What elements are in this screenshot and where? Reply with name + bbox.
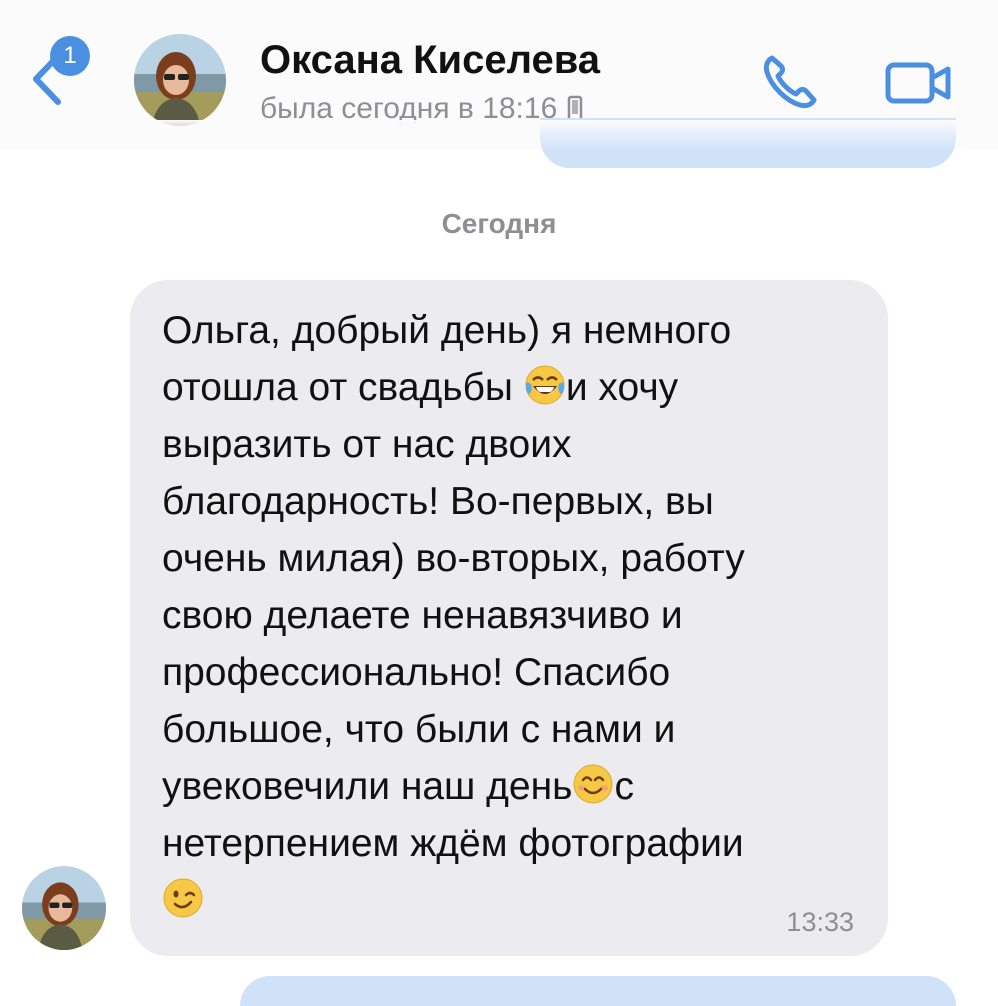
message-fragment: и хочу — [565, 366, 679, 409]
message-text: Ольга, добрый день) я немного отошла от … — [162, 302, 882, 929]
header-divider — [0, 120, 998, 150]
face-with-tears-of-joy-icon — [525, 365, 565, 405]
unread-badge: 1 — [50, 36, 90, 76]
message-line: благодарность! Во-первых, вы — [162, 480, 714, 523]
message-line — [162, 872, 882, 929]
message-line: увековечили наш день с — [162, 758, 882, 815]
message-line: очень милая) во-вторых, работу — [162, 537, 745, 580]
emoji-space — [513, 366, 524, 409]
sender-avatar[interactable] — [22, 866, 106, 950]
call-button[interactable] — [760, 50, 822, 112]
contact-name[interactable]: Оксана Киселева — [260, 38, 600, 83]
message-line: большое, что были с нами и — [162, 708, 676, 751]
smiling-face-icon — [573, 764, 613, 804]
date-divider: Сегодня — [441, 208, 557, 239]
winking-face-icon — [163, 878, 203, 918]
message-line: Ольга, добрый день) я немного — [162, 309, 732, 352]
message-fragment: отошла от свадьбы — [162, 366, 513, 409]
message-line: нетерпением ждём фотографии — [162, 822, 744, 865]
message-line: свою делаете ненавязчиво и — [162, 594, 683, 637]
video-camera-icon — [885, 62, 951, 104]
message-line: профессионально! Спасибо — [162, 651, 671, 694]
avatar[interactable] — [134, 34, 226, 126]
phone-icon — [763, 55, 817, 109]
message-line: выразить от нас двоих — [162, 423, 572, 466]
message-fragment: увековечили наш день — [162, 765, 573, 808]
video-call-button[interactable] — [884, 60, 952, 106]
message-timestamp: 13:33 — [786, 907, 854, 937]
message-fragment: с — [614, 765, 634, 808]
incoming-message[interactable]: Ольга, добрый день) я немного отошла от … — [130, 280, 888, 956]
next-message-bubble — [240, 976, 956, 1006]
message-line: отошла от свадьбы и хочу — [162, 359, 882, 416]
